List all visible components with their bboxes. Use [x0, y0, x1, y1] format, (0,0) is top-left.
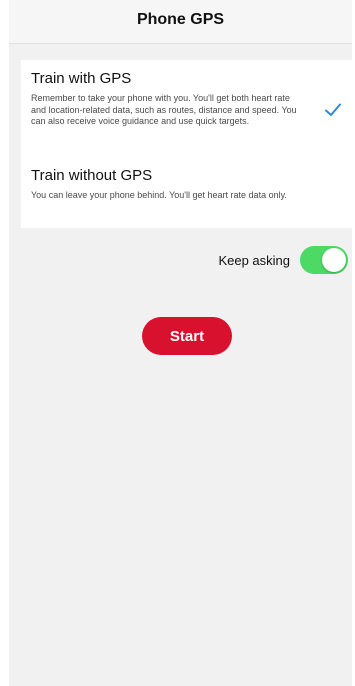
option-title: Train with GPS — [31, 70, 132, 87]
toggle-knob — [322, 248, 346, 272]
option-description: Remember to take your phone with you. Yo… — [31, 93, 297, 126]
option-description: You can leave your phone behind. You'll … — [31, 190, 287, 200]
nav-header: Phone GPS — [9, 0, 352, 44]
checkmark-icon — [325, 103, 341, 116]
gps-options-list: Train with GPS Remember to take your pho… — [21, 60, 352, 228]
keep-asking-row: Keep asking — [9, 246, 352, 276]
screen: Phone GPS Train with GPS Remember to tak… — [9, 0, 352, 686]
option-title: Train without GPS — [31, 167, 153, 184]
page-title: Phone GPS — [136, 10, 225, 28]
keep-asking-label: Keep asking — [218, 253, 290, 268]
option-train-with-gps[interactable]: Train with GPS Remember to take your pho… — [21, 69, 352, 161]
keep-asking-toggle[interactable] — [300, 246, 348, 274]
start-button[interactable]: Start — [142, 317, 232, 355]
option-train-without-gps[interactable]: Train without GPS You can leave your pho… — [21, 166, 352, 226]
